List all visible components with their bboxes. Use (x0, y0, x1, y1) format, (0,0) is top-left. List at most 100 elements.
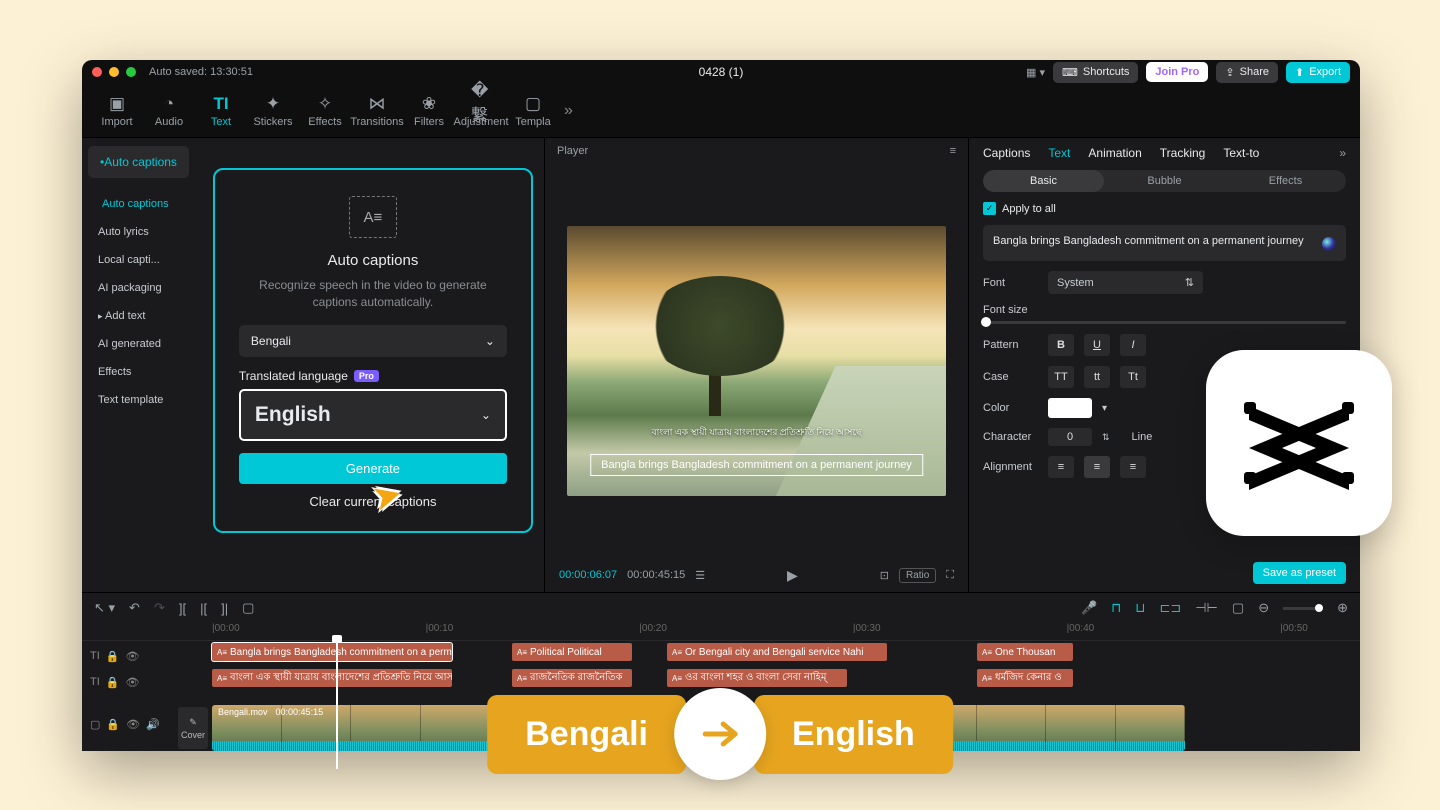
font-size-label: Font size (983, 304, 1038, 316)
banner-to: English (754, 695, 953, 774)
layout-icon[interactable]: ▦ ▾ (1026, 66, 1045, 79)
character-spacing[interactable]: 0 (1048, 428, 1092, 446)
audio-tab[interactable]: ◔Audio (144, 94, 194, 128)
underline-button[interactable]: U (1084, 334, 1110, 356)
shortcuts-button[interactable]: ⌨ Shortcuts (1053, 62, 1138, 83)
sidebar-add-text[interactable]: Add text (88, 302, 189, 330)
split-tool[interactable]: ][ (179, 601, 186, 616)
text-sidebar: • Auto captions Auto captions Auto lyric… (82, 138, 195, 592)
italic-button[interactable]: I (1120, 334, 1146, 356)
sidebar-text-template[interactable]: Text template (88, 386, 189, 414)
align-center[interactable]: ≡ (1084, 456, 1110, 478)
capcut-logo (1206, 350, 1392, 536)
sidebar-auto-captions-group[interactable]: • Auto captions (88, 146, 189, 178)
translated-language-select[interactable]: English⌄ (239, 389, 507, 441)
sidebar-local-captions[interactable]: Local capti... (88, 246, 189, 274)
text-panel-tab[interactable]: Text (1048, 146, 1070, 160)
caption-clip[interactable]: A≡ ওর বাংলা শহর ও বাংলা সেবা নাহিম্ (667, 669, 847, 687)
zoom-fit[interactable]: ⊕ (1337, 600, 1348, 616)
ai-orb-icon[interactable] (1322, 237, 1336, 251)
color-swatch[interactable] (1048, 398, 1092, 418)
pointer-tool[interactable]: ↖ ▾ (94, 600, 115, 616)
redo-button[interactable]: ↷ (154, 600, 165, 616)
preview-icon[interactable]: ▢ (1232, 600, 1244, 616)
effects-tab[interactable]: ✧Effects (300, 94, 350, 128)
sidebar-auto-captions[interactable]: Auto captions (88, 190, 189, 218)
delete-tool[interactable]: ▢ (242, 600, 254, 616)
bold-button[interactable]: B (1048, 334, 1074, 356)
sidebar-ai-generated[interactable]: AI generated (88, 330, 189, 358)
caption-english[interactable]: Bangla brings Bangladesh commitment on a… (590, 454, 924, 476)
transitions-tab[interactable]: ⋈Transitions (352, 94, 402, 128)
player-label: Player (557, 145, 588, 157)
share-button[interactable]: ⇪ Share (1216, 62, 1278, 83)
window-controls[interactable] (92, 67, 136, 77)
banner-from: Bengali (487, 695, 686, 774)
style-segment[interactable]: BasicBubbleEffects (983, 170, 1346, 192)
import-tab[interactable]: ▣Import (92, 94, 142, 128)
animation-panel-tab[interactable]: Animation (1088, 146, 1141, 160)
text-tab[interactable]: TIText (196, 94, 246, 128)
font-size-slider[interactable] (983, 321, 1346, 324)
player-menu-icon[interactable]: ≡ (950, 145, 956, 157)
captions-panel-tab[interactable]: Captions (983, 146, 1030, 160)
card-title: Auto captions (327, 252, 418, 269)
caption-text-input[interactable]: Bangla brings Bangladesh commitment on a… (983, 225, 1346, 261)
autosave-status: Auto saved: 13:30:51 (149, 66, 253, 78)
titlecase-button[interactable]: Tt (1120, 366, 1146, 388)
fullscreen-icon[interactable]: ⛶ (946, 569, 954, 582)
mic-icon[interactable]: 🎤 (1081, 600, 1097, 616)
sidebar-auto-lyrics[interactable]: Auto lyrics (88, 218, 189, 246)
caption-clip[interactable]: A≡ বাংলা এক স্থায়ী যাত্রায় বাংলাদেশের … (212, 669, 452, 687)
timeline-ruler[interactable]: |00:00|00:10|00:20|00:30|00:40|00:50 (82, 623, 1360, 641)
zoom-out[interactable]: ⊖ (1258, 600, 1269, 616)
align-left[interactable]: ≡ (1048, 456, 1074, 478)
uppercase-button[interactable]: TT (1048, 366, 1074, 388)
align-right[interactable]: ≡ (1120, 456, 1146, 478)
tracking-panel-tab[interactable]: Tracking (1160, 146, 1206, 160)
tabs-more-icon[interactable]: » (1339, 146, 1346, 160)
list-icon[interactable]: ☰ (695, 569, 705, 582)
join-pro-button[interactable]: Join Pro (1146, 62, 1208, 82)
snap-icon[interactable]: ⊔ (1135, 600, 1145, 616)
main-toolbar: ▣Import ◔Audio TIText ✦Stickers ✧Effects… (82, 84, 1360, 138)
lowercase-button[interactable]: tt (1084, 366, 1110, 388)
source-language-select[interactable]: Bengali⌄ (239, 325, 507, 357)
sidebar-ai-packaging[interactable]: AI packaging (88, 274, 189, 302)
trim-right[interactable]: ]| (221, 601, 228, 616)
export-button[interactable]: ⬆ Export (1286, 62, 1350, 83)
caption-clip[interactable]: A≡ Bangla brings Bangladesh commitment o… (212, 643, 452, 661)
filters-tab[interactable]: ❀Filters (404, 94, 454, 128)
alignment-label: Alignment (983, 461, 1038, 473)
play-button[interactable]: ▶ (787, 567, 798, 584)
save-preset-button[interactable]: Save as preset (1253, 562, 1346, 584)
toolbar-more-icon[interactable]: » (564, 102, 573, 120)
trim-left[interactable]: |[ (200, 601, 207, 616)
playhead[interactable] (336, 639, 338, 769)
undo-button[interactable]: ↶ (129, 600, 140, 616)
adjustment-tab[interactable]: �繋Adjustment (456, 94, 506, 128)
magnet-icon[interactable]: ⊓ (1111, 600, 1121, 616)
sidebar-effects[interactable]: Effects (88, 358, 189, 386)
font-select[interactable]: System⇅ (1048, 271, 1203, 294)
caption-clip[interactable]: A≡ ধর্মজিদ কেনার ও (977, 669, 1073, 687)
color-label: Color (983, 402, 1038, 414)
align-icon[interactable]: ⊣⊢ (1195, 600, 1218, 616)
apply-all-checkbox[interactable]: ✓Apply to all (983, 202, 1346, 215)
caption-clip[interactable]: A≡ রাজনৈতিক রাজনৈতিক (512, 669, 632, 687)
ratio-button[interactable]: Ratio (899, 568, 936, 583)
arrow-icon (674, 688, 766, 780)
text-to-panel-tab[interactable]: Text-to (1223, 146, 1259, 160)
crop-icon[interactable]: ⊡ (880, 569, 889, 582)
line-label: Line (1132, 431, 1153, 443)
caption-clip[interactable]: A≡ Political Political (512, 643, 632, 661)
link-icon[interactable]: ⊏⊐ (1159, 600, 1181, 616)
caption-clip[interactable]: A≡ Or Bengali city and Bengali service N… (667, 643, 887, 661)
cover-button[interactable]: ✎Cover (178, 707, 208, 749)
caption-bengali: বাংলা এক স্থায়ী যাত্রায় বাংলাদেশের প্র… (652, 425, 862, 440)
case-label: Case (983, 371, 1038, 383)
stickers-tab[interactable]: ✦Stickers (248, 94, 298, 128)
video-preview[interactable]: বাংলা এক স্থায়ী যাত্রায় বাংলাদেশের প্র… (567, 226, 946, 496)
caption-clip[interactable]: A≡ One Thousan (977, 643, 1073, 661)
templates-tab[interactable]: ▢Templa (508, 94, 558, 128)
